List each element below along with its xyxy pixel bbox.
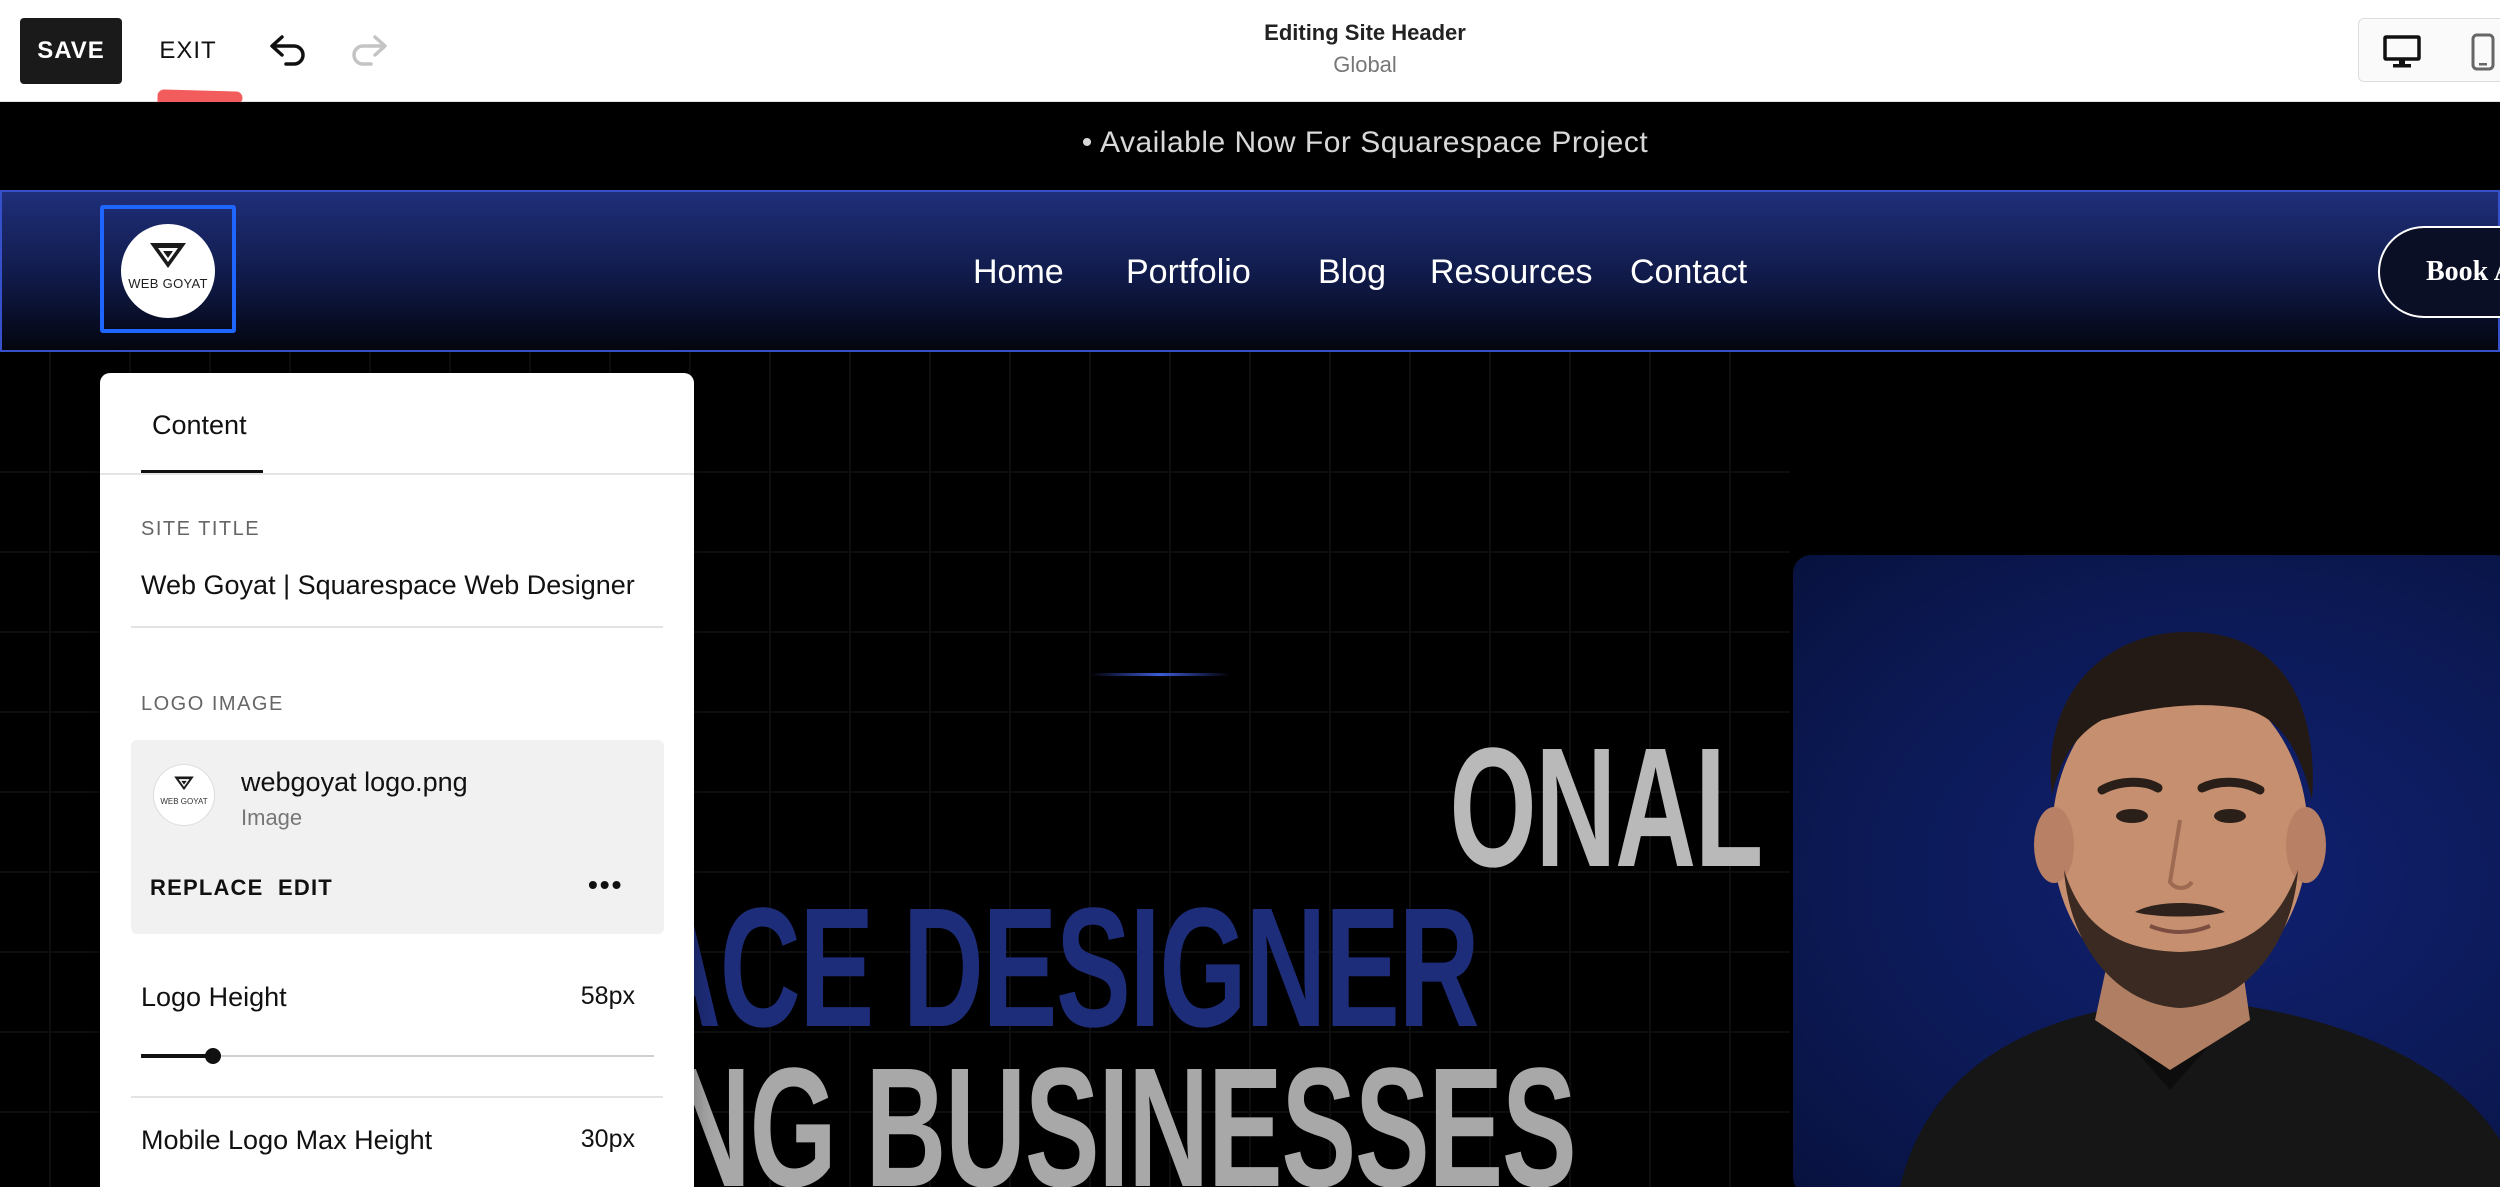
desktop-icon[interactable]	[2382, 34, 2422, 70]
nav-contact[interactable]: Contact	[1630, 250, 1747, 294]
logo-triangle-icon	[150, 243, 186, 268]
mobile-logo-max-height-label: Mobile Logo Max Height	[141, 1125, 433, 1155]
logo-height-slider-fill	[141, 1054, 213, 1058]
nav-resources[interactable]: Resources	[1430, 250, 1593, 294]
undo-icon[interactable]	[266, 28, 310, 72]
logo-thumbnail-icon	[174, 776, 194, 791]
announcement-text[interactable]: • Available Now For Squarespace Project	[1050, 126, 1680, 160]
mobile-logo-max-height-value: 30px	[580, 1125, 635, 1153]
nav-portfolio[interactable]: Portfolio	[1126, 250, 1251, 294]
save-button[interactable]: SAVE	[20, 18, 122, 84]
site-logo[interactable]	[121, 224, 215, 318]
portrait-photo	[1900, 631, 2500, 1187]
logo-height-label: Logo Height	[141, 982, 287, 1012]
logo-file-type: Image	[241, 805, 303, 830]
book-button[interactable]: Book A	[2378, 226, 2500, 318]
logo-file-name: webgoyat logo.png	[241, 767, 468, 797]
nav-blog[interactable]: Blog	[1318, 250, 1386, 294]
editor-root: { "toolbar": { "save_label": "SAVE", "ex…	[0, 0, 2500, 1187]
editing-scope: Global	[1333, 52, 1397, 77]
logo-thumbnail-text: WEB GOYAT	[160, 797, 208, 806]
field-divider	[131, 1096, 663, 1098]
redo-icon[interactable]	[347, 28, 391, 72]
exit-button[interactable]: EXIT	[150, 18, 226, 84]
more-options-icon[interactable]: •••	[588, 871, 632, 903]
site-title-label: SITE TITLE	[141, 518, 261, 540]
decorative-glow-line	[1090, 673, 1230, 676]
field-divider	[131, 626, 663, 628]
tab-content[interactable]: Content	[152, 410, 247, 441]
edit-button[interactable]: EDIT	[278, 875, 333, 901]
logo-image-label: LOGO IMAGE	[141, 693, 284, 715]
tab-divider	[100, 473, 694, 475]
site-title-field[interactable]: Web Goyat | Squarespace Web Designer	[141, 570, 635, 601]
hero-heading-line-3: ING BUSINESSES	[640, 1033, 1577, 1187]
logo-height-slider-thumb[interactable]	[204, 1048, 221, 1064]
logo-wordmark: WEB GOYAT	[128, 276, 208, 291]
mobile-icon[interactable]	[2470, 32, 2496, 72]
logo-height-value: 58px	[580, 982, 635, 1010]
nav-home[interactable]: Home	[973, 250, 1064, 294]
replace-button[interactable]: REPLACE	[150, 875, 264, 901]
editing-title: Editing Site Header	[1264, 20, 1466, 45]
